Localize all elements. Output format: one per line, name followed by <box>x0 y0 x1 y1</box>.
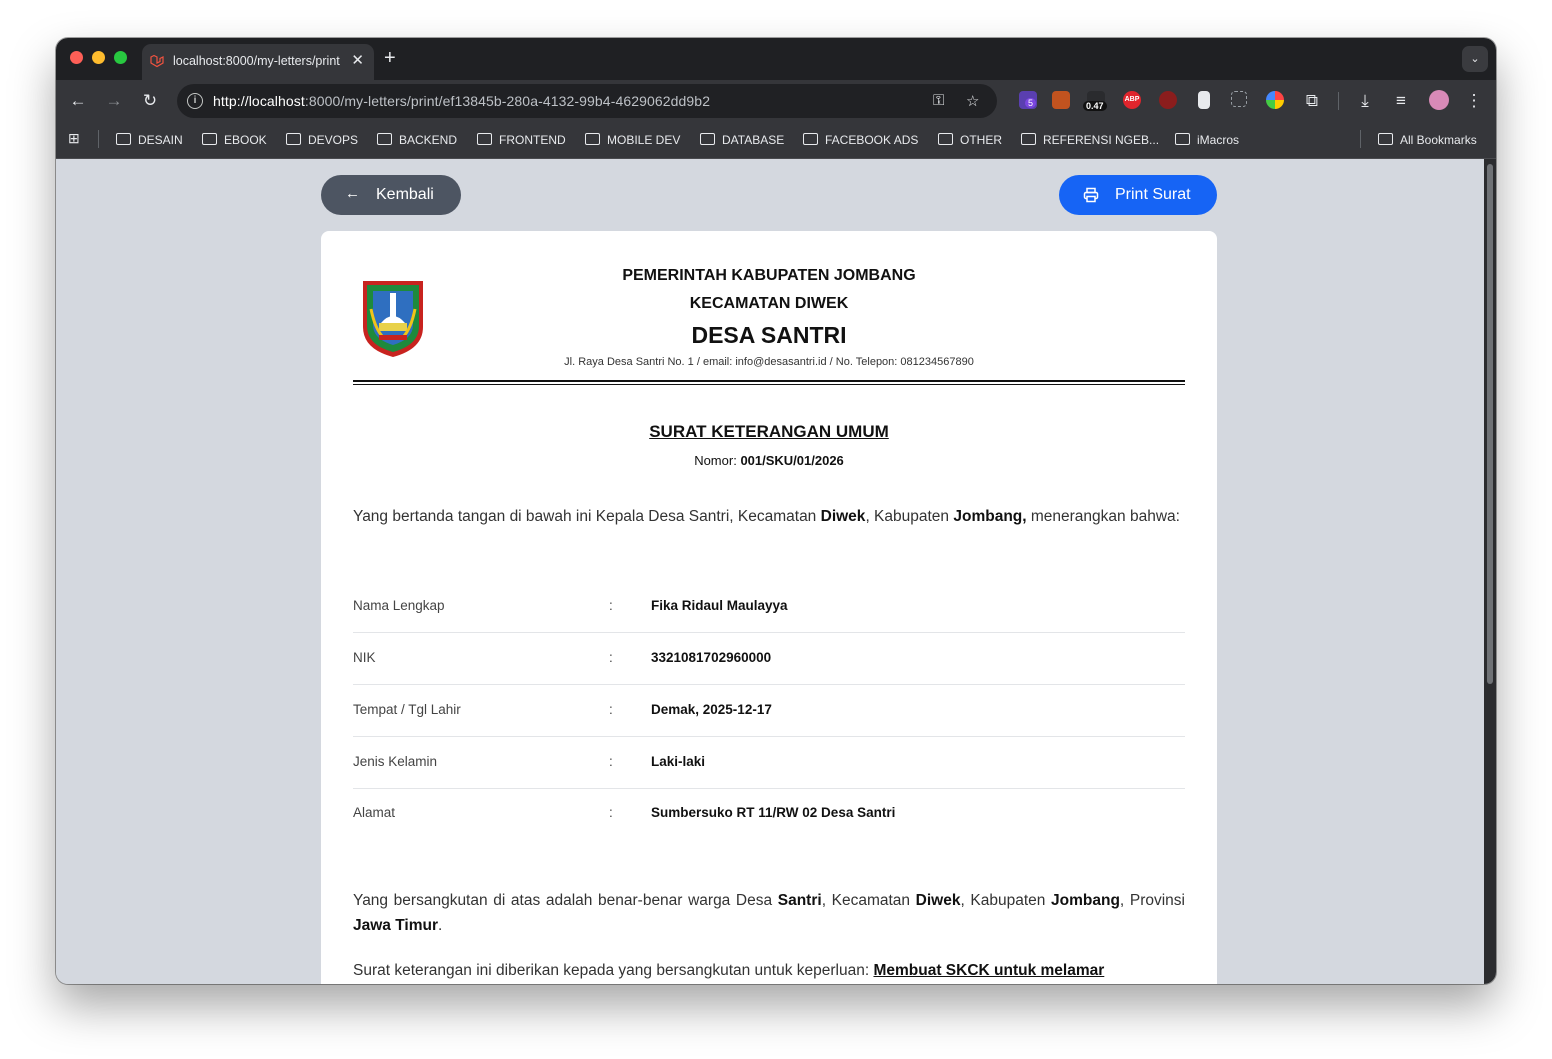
purpose-paragraph: Surat keterangan ini diberikan kepada ya… <box>353 962 1105 979</box>
bookmark-folder[interactable]: REFERENSI NGEB... <box>1021 132 1159 147</box>
active-tab[interactable]: localhost:8000/my-letters/print/ef13845b… <box>142 44 374 80</box>
block-extension-icon[interactable] <box>1159 91 1177 109</box>
letter-paper: PEMERINTAH KABUPATEN JOMBANG KECAMATAN D… <box>321 231 1217 984</box>
laravel-favicon-icon <box>150 54 164 68</box>
password-key-icon[interactable]: ⚿ <box>933 92 944 109</box>
document-number: Nomor: 001/SKU/01/2026 <box>694 453 844 468</box>
forward-arrow-icon[interactable]: → <box>103 90 125 112</box>
minimize-window-button[interactable] <box>92 51 105 64</box>
more-menu-icon[interactable]: ⋮ <box>1463 90 1485 112</box>
page-viewport: ← Kembali Print Surat PEMERINTAH KABUPAT… <box>56 159 1484 984</box>
close-tab-icon[interactable]: ✕ <box>351 51 364 69</box>
site-info-icon[interactable]: i <box>187 93 203 109</box>
folder-icon <box>1175 133 1190 145</box>
letterhead-village: DESA SANTRI <box>691 322 847 348</box>
folder-icon <box>377 133 392 145</box>
back-arrow-icon[interactable]: ← <box>67 90 89 112</box>
all-bookmarks-button[interactable]: All Bookmarks <box>1378 132 1477 147</box>
close-window-button[interactable] <box>70 51 83 64</box>
folder-icon <box>803 133 818 145</box>
downloads-icon[interactable]: ⤓ <box>1354 90 1376 112</box>
profile-avatar[interactable] <box>1429 90 1449 110</box>
back-button[interactable]: ← Kembali <box>321 175 461 215</box>
fox-extension-icon[interactable] <box>1052 91 1070 109</box>
field-row-address: Alamat : Sumbersuko RT 11/RW 02 Desa San… <box>353 805 896 820</box>
folder-icon <box>202 133 217 145</box>
arrow-left-icon: ← <box>345 185 360 202</box>
reload-icon[interactable]: ↻ <box>139 90 161 112</box>
address-bar[interactable]: i http://localhost:8000/my-letters/print… <box>177 84 997 118</box>
color-picker-extension-icon[interactable] <box>1266 91 1284 109</box>
browser-toolbar: ← → ↻ i http://localhost:8000/my-letters… <box>56 80 1496 122</box>
letterhead-address: Jl. Raya Desa Santri No. 1 / email: info… <box>564 356 974 368</box>
folder-icon <box>938 133 953 145</box>
tab-bar: localhost:8000/my-letters/print/ef13845b… <box>56 38 1496 80</box>
bookmark-folder[interactable]: BACKEND <box>377 132 457 147</box>
folder-icon <box>585 133 600 145</box>
bookmark-star-icon[interactable]: ☆ <box>966 92 979 110</box>
adblock-plus-icon[interactable]: ABP <box>1123 91 1141 109</box>
bookmarks-divider <box>1360 130 1361 148</box>
tab-search-chevron-icon[interactable]: ⌄ <box>1462 46 1488 72</box>
screenshot-extension-icon[interactable] <box>1231 91 1247 107</box>
bookmark-folder[interactable]: DATABASE <box>700 132 784 147</box>
bookmark-folder[interactable]: MOBILE DEV <box>585 132 680 147</box>
shield-extension-badge: 5 <box>1025 98 1037 108</box>
bookmark-folder[interactable]: FRONTEND <box>477 132 566 147</box>
letterhead-rule <box>353 380 1185 382</box>
folder-icon <box>1378 133 1393 145</box>
scrollbar-thumb[interactable] <box>1487 164 1493 684</box>
intro-paragraph: Yang bertanda tangan di bawah ini Kepala… <box>353 508 1180 525</box>
bookmarks-bar: ⊞ DESAIN EBOOK DEVOPS BACKEND FRONTEND M… <box>56 122 1496 159</box>
folder-icon <box>700 133 715 145</box>
new-tab-icon[interactable]: + <box>384 47 396 70</box>
extensions-puzzle-icon[interactable]: ⧉ <box>1301 90 1323 112</box>
counter-extension-badge: 0.47 <box>1083 101 1107 111</box>
printer-icon <box>1083 187 1099 203</box>
field-row-birth: Tempat / Tgl Lahir : Demak, 2025-12-17 <box>353 684 1185 737</box>
maximize-window-button[interactable] <box>114 51 127 64</box>
media-queue-icon[interactable]: ≡ <box>1390 90 1412 112</box>
bookmark-folder[interactable]: DEVOPS <box>286 132 358 147</box>
field-row-name: Nama Lengkap : Fika Ridaul Maulayya <box>353 580 1185 633</box>
browser-window: localhost:8000/my-letters/print/ef13845b… <box>56 38 1496 984</box>
toolbar-divider <box>1338 92 1339 110</box>
letterhead-government: PEMERINTAH KABUPATEN JOMBANG <box>622 267 916 284</box>
document-title: SURAT KETERANGAN UMUM <box>649 422 889 441</box>
letterhead-rule-thin <box>353 384 1185 385</box>
url-text[interactable]: http://localhost:8000/my-letters/print/e… <box>213 93 710 109</box>
folder-icon <box>1021 133 1036 145</box>
folder-icon <box>286 133 301 145</box>
document-extension-icon[interactable] <box>1198 91 1210 109</box>
field-row-gender: Jenis Kelamin : Laki-laki <box>353 736 1185 789</box>
apps-grid-icon[interactable]: ⊞ <box>68 130 80 147</box>
statement-paragraph: Yang bersangkutan di atas adalah benar-b… <box>353 892 1185 934</box>
bookmark-folder[interactable]: FACEBOOK ADS <box>803 132 918 147</box>
bookmark-folder[interactable]: OTHER <box>938 132 1002 147</box>
letterhead-district: KECAMATAN DIWEK <box>689 295 849 312</box>
bookmarks-divider <box>98 130 99 148</box>
bookmark-folder[interactable]: EBOOK <box>202 132 267 147</box>
folder-icon <box>116 133 131 145</box>
bookmark-folder[interactable]: DESAIN <box>116 132 183 147</box>
folder-icon <box>477 133 492 145</box>
field-row-nik: NIK : 3321081702960000 <box>353 632 1185 685</box>
bookmark-folder[interactable]: iMacros <box>1175 132 1239 147</box>
print-button[interactable]: Print Surat <box>1059 175 1217 215</box>
tab-title: localhost:8000/my-letters/print/ef13845b… <box>173 54 340 68</box>
